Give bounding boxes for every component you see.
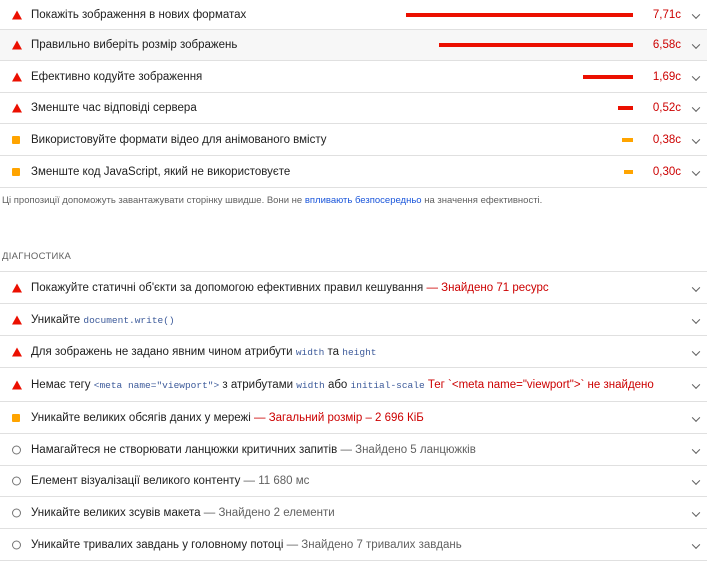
savings-bar [622,137,633,142]
chevron-down-icon[interactable] [693,509,699,515]
chevron-down-icon[interactable] [693,73,699,79]
chevron-down-icon[interactable] [693,316,699,322]
opportunities-note: Ці пропозиції допоможуть завантажувати с… [2,195,542,206]
chevron-down-icon[interactable] [693,478,699,484]
chevron-down-icon[interactable] [693,136,699,142]
diagnostic-text: або [327,378,348,391]
savings-bar [618,106,633,110]
chevron-down-icon[interactable] [693,381,699,387]
info-circle-icon [12,476,21,486]
diagnostic-title: Немає тегу [31,378,91,391]
info-circle-icon [12,508,21,517]
opportunity-title: Ефективно кодуйте зображення [31,70,203,83]
average-square-icon [12,167,20,176]
opportunity-row[interactable]: Покажіть зображення в нових форматах 7,7… [0,0,707,30]
chevron-down-icon[interactable] [693,541,699,547]
code-snippet: initial-scale [350,379,425,391]
code-snippet: width [295,346,325,358]
diagnostic-text: та [327,345,340,358]
code-snippet: <meta name="viewport"> [93,379,220,391]
opportunity-title: Зменште код JavaScript, який не використ… [31,165,291,178]
opportunity-row[interactable]: Зменште час відповіді сервера 0,52с [0,93,707,124]
diagnostic-row[interactable]: Уникайте тривалих завдань у головному по… [0,529,707,561]
savings-value: 0,38с [652,133,681,146]
opportunity-row[interactable]: Використовуйте формати відео для анімова… [0,124,707,156]
opportunity-title: Покажіть зображення в нових форматах [31,8,247,21]
savings-bar [439,43,633,47]
savings-value: 1,69с [652,70,681,83]
diagnostic-title: Уникайте тривалих завдань у головному по… [31,538,284,551]
opportunity-row[interactable]: Зменште код JavaScript, який не використ… [0,156,707,188]
diagnostic-title: Покажуйте статичні об'єкти за допомогою … [31,281,424,294]
diagnostic-title: Намагайтеся не створювати ланцюжки крити… [31,443,338,456]
display-value: — Знайдено 2 елементи [203,506,335,519]
fail-triangle-icon [12,347,22,356]
diagnostic-row[interactable]: Покажуйте статичні об'єкти за допомогою … [0,272,707,304]
diagnostic-row[interactable]: Уникайте великих обсягів даних у мережі … [0,402,707,434]
display-value: — Знайдено 5 ланцюжків [340,443,476,456]
diagnostic-row[interactable]: Немає тегу <meta name="viewport"> з атри… [0,368,707,402]
diagnostic-title: Уникайте великих зсувів макета [31,506,201,519]
opportunities-list: Покажіть зображення в нових форматах 7,7… [0,0,707,188]
info-circle-icon [12,540,21,549]
fail-triangle-icon [12,10,22,19]
chevron-down-icon[interactable] [693,414,699,420]
opportunity-title: Використовуйте формати відео для анімова… [31,133,327,146]
display-value: Тег `<meta name="viewport">` не знайдено [427,378,654,391]
savings-value: 0,30с [652,165,681,178]
chevron-down-icon[interactable] [693,446,699,452]
learn-more-link[interactable]: впливають безпосередньо [305,195,422,206]
display-value: — Знайдено 7 тривалих завдань [286,538,462,551]
code-snippet: document.write() [83,314,175,326]
display-value: — Загальний розмір – 2 696 КіБ [254,411,424,424]
savings-bar [583,74,633,79]
diagnostics-heading: ДІАГНОСТИКА [2,251,72,262]
chevron-down-icon[interactable] [693,168,699,174]
savings-value: 0,52с [652,102,681,114]
diagnostic-title: Уникайте [31,313,81,326]
chevron-down-icon[interactable] [693,348,699,354]
savings-bar [406,12,633,17]
chevron-down-icon[interactable] [693,11,699,17]
note-text-end: на значення ефективності. [421,195,543,206]
diagnostic-row[interactable]: Уникайте великих зсувів макета — Знайден… [0,497,707,529]
fail-triangle-icon [12,72,22,81]
display-value: — 11 680 мс [243,475,310,487]
diagnostic-row[interactable]: Для зображень не задано явним чином атри… [0,336,707,368]
chevron-down-icon[interactable] [693,105,699,111]
average-square-icon [12,413,20,422]
fail-triangle-icon [12,103,22,113]
diagnostic-title: Елемент візуалізації великого контенту [31,475,241,487]
chevron-down-icon[interactable] [693,284,699,290]
fail-triangle-icon [12,283,22,292]
display-value: — Знайдено 71 ресурс [426,281,549,294]
fail-triangle-icon [12,40,22,50]
diagnostic-row[interactable]: Уникайте document.write() [0,304,707,336]
diagnostic-title: Уникайте великих обсягів даних у мережі [31,411,251,424]
savings-value: 6,58с [652,39,681,51]
average-square-icon [12,135,20,144]
fail-triangle-icon [12,315,22,324]
diagnostic-title: Для зображень не задано явним чином атри… [31,345,293,358]
code-snippet: width [296,379,325,391]
opportunity-row[interactable]: Правильно виберіть розмір зображень 6,58… [0,30,707,61]
fail-triangle-icon [12,380,22,389]
info-circle-icon [12,445,21,454]
opportunity-title: Зменште час відповіді сервера [31,102,197,114]
opportunity-title: Правильно виберіть розмір зображень [31,39,238,51]
code-snippet: height [342,346,377,358]
savings-value: 7,71с [652,8,681,21]
chevron-down-icon[interactable] [693,42,699,48]
diagnostics-list: Покажуйте статичні об'єкти за допомогою … [0,271,707,561]
diagnostic-text: з атрибутами [222,378,294,391]
note-text: Ці пропозиції допоможуть завантажувати с… [2,195,305,206]
diagnostic-row[interactable]: Намагайтеся не створювати ланцюжки крити… [0,434,707,466]
diagnostic-row[interactable]: Елемент візуалізації великого контенту —… [0,466,707,497]
savings-bar [624,169,633,174]
opportunity-row[interactable]: Ефективно кодуйте зображення 1,69с [0,61,707,93]
